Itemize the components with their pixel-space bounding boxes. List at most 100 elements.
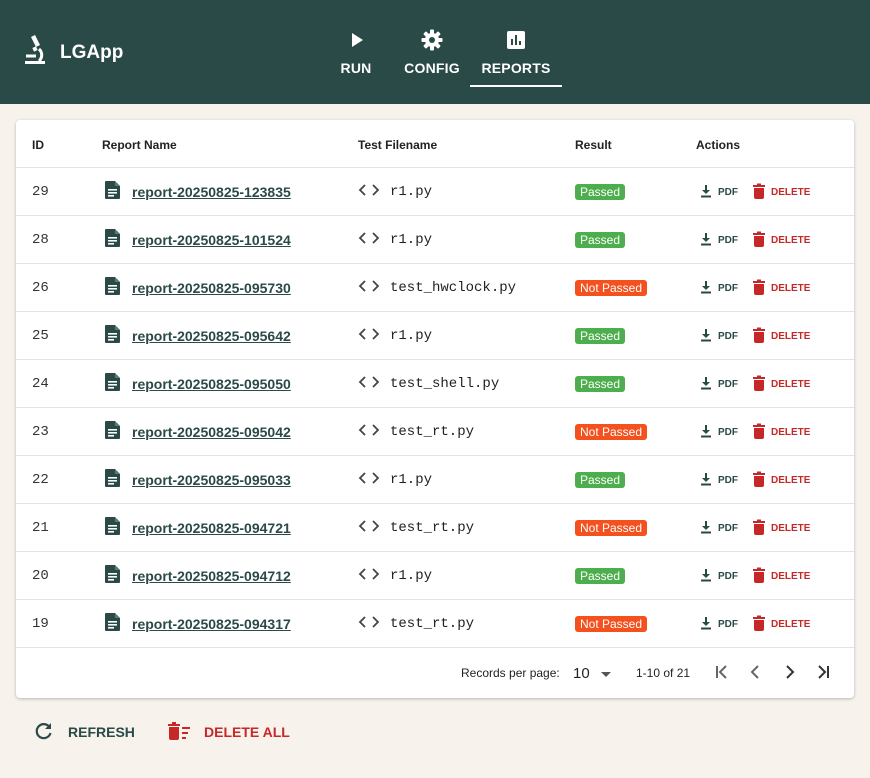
result-badge: Passed bbox=[575, 184, 626, 200]
download-icon bbox=[699, 472, 713, 489]
document-icon bbox=[104, 420, 122, 445]
brand[interactable]: LGApp bbox=[22, 34, 123, 71]
result-cell: Passed bbox=[575, 360, 626, 408]
delete-all-button[interactable]: DELETE ALL bbox=[168, 718, 290, 746]
pdf-button[interactable]: PDF bbox=[699, 616, 738, 633]
pdf-button[interactable]: PDF bbox=[699, 376, 738, 393]
report-link[interactable]: report-20250825-095050 bbox=[132, 376, 291, 392]
pdf-button[interactable]: PDF bbox=[699, 520, 738, 537]
delete-label: DELETE bbox=[771, 618, 811, 630]
delete-sweep-icon bbox=[168, 721, 190, 744]
pdf-button[interactable]: PDF bbox=[699, 568, 738, 585]
table-header: ID Report Name Test Filename Result Acti… bbox=[16, 120, 854, 168]
tab-run[interactable]: RUN bbox=[318, 0, 394, 104]
app-bar: LGApp RUN CONFIG REPORTS bbox=[0, 0, 870, 104]
delete-button[interactable]: DELETE bbox=[752, 375, 810, 394]
delete-button[interactable]: DELETE bbox=[752, 615, 810, 634]
delete-button[interactable]: DELETE bbox=[752, 231, 810, 250]
report-link[interactable]: report-20250825-095642 bbox=[132, 328, 291, 344]
test-filename: r1.py bbox=[390, 328, 433, 344]
document-icon bbox=[104, 228, 122, 253]
delete-button[interactable]: DELETE bbox=[752, 567, 810, 586]
download-icon bbox=[699, 376, 713, 393]
tab-reports[interactable]: REPORTS bbox=[470, 0, 562, 104]
report-id: 21 bbox=[32, 520, 49, 536]
pdf-button[interactable]: PDF bbox=[699, 280, 738, 297]
test-filename: test_hwclock.py bbox=[390, 280, 517, 296]
report-name-cell: report-20250825-094721 bbox=[104, 504, 291, 552]
table-row: 28 report-20250825-101524 r1.py Passed PDF DE… bbox=[16, 216, 854, 264]
trash-icon bbox=[752, 327, 766, 346]
report-link[interactable]: report-20250825-094317 bbox=[132, 616, 291, 632]
header-actions: Actions bbox=[696, 138, 741, 152]
document-icon bbox=[104, 372, 122, 397]
trash-icon bbox=[752, 375, 766, 394]
report-link[interactable]: report-20250825-123835 bbox=[132, 184, 291, 200]
records-per-page-value: 10 bbox=[573, 664, 590, 682]
header-id: ID bbox=[32, 138, 44, 152]
records-per-page-select[interactable]: 10 bbox=[573, 648, 612, 698]
pagination-bar: Records per page: 10 1-10 of 21 bbox=[16, 648, 854, 698]
header-test-filename: Test Filename bbox=[358, 138, 438, 152]
last-page-button[interactable] bbox=[811, 648, 835, 698]
result-cell: Not Passed bbox=[575, 504, 648, 552]
result-cell: Passed bbox=[575, 312, 626, 360]
trash-icon bbox=[752, 231, 766, 250]
report-link[interactable]: report-20250825-101524 bbox=[132, 232, 291, 248]
previous-page-button[interactable] bbox=[744, 648, 768, 698]
download-icon bbox=[699, 328, 713, 345]
delete-button[interactable]: DELETE bbox=[752, 471, 810, 490]
result-cell: Passed bbox=[575, 216, 626, 264]
test-filename-cell: r1.py bbox=[358, 216, 432, 264]
pdf-button[interactable]: PDF bbox=[699, 184, 738, 201]
delete-button[interactable]: DELETE bbox=[752, 327, 810, 346]
table-row: 23 report-20250825-095042 test_rt.py Not Pa… bbox=[16, 408, 854, 456]
report-name-cell: report-20250825-095642 bbox=[104, 312, 291, 360]
refresh-button[interactable]: REFRESH bbox=[34, 718, 135, 746]
code-icon bbox=[358, 183, 380, 202]
actions-cell: PDF DELETE bbox=[699, 168, 810, 216]
download-icon bbox=[699, 424, 713, 441]
test-filename-cell: r1.py bbox=[358, 168, 432, 216]
report-id: 20 bbox=[32, 568, 49, 584]
delete-button[interactable]: DELETE bbox=[752, 183, 810, 202]
pdf-label: PDF bbox=[718, 618, 738, 630]
report-id: 24 bbox=[32, 376, 49, 392]
pdf-button[interactable]: PDF bbox=[699, 232, 738, 249]
first-page-button[interactable] bbox=[710, 648, 734, 698]
pdf-button[interactable]: PDF bbox=[699, 424, 738, 441]
test-filename: test_rt.py bbox=[390, 424, 475, 440]
report-name-cell: report-20250825-095050 bbox=[104, 360, 291, 408]
result-badge: Passed bbox=[575, 472, 626, 488]
actions-cell: PDF DELETE bbox=[699, 216, 810, 264]
tab-config[interactable]: CONFIG bbox=[394, 0, 470, 104]
report-name-cell: report-20250825-094712 bbox=[104, 552, 291, 600]
trash-icon bbox=[752, 279, 766, 298]
table-row: 22 report-20250825-095033 r1.py Passed PDF DE… bbox=[16, 456, 854, 504]
delete-button[interactable]: DELETE bbox=[752, 279, 810, 298]
report-link[interactable]: report-20250825-095042 bbox=[132, 424, 291, 440]
test-filename: test_rt.py bbox=[390, 520, 475, 536]
code-icon bbox=[358, 231, 380, 250]
report-link[interactable]: report-20250825-094712 bbox=[132, 568, 291, 584]
pdf-label: PDF bbox=[718, 570, 738, 582]
delete-button[interactable]: DELETE bbox=[752, 423, 810, 442]
document-icon bbox=[104, 324, 122, 349]
pdf-button[interactable]: PDF bbox=[699, 472, 738, 489]
report-name-cell: report-20250825-095042 bbox=[104, 408, 291, 456]
trash-icon bbox=[752, 615, 766, 634]
delete-button[interactable]: DELETE bbox=[752, 519, 810, 538]
report-link[interactable]: report-20250825-095033 bbox=[132, 472, 291, 488]
report-link[interactable]: report-20250825-094721 bbox=[132, 520, 291, 536]
pdf-label: PDF bbox=[718, 234, 738, 246]
download-icon bbox=[699, 616, 713, 633]
pdf-button[interactable]: PDF bbox=[699, 328, 738, 345]
next-page-button[interactable] bbox=[777, 648, 801, 698]
table-row: 19 report-20250825-094317 test_rt.py Not Pa… bbox=[16, 600, 854, 648]
test-filename: test_shell.py bbox=[390, 376, 500, 392]
result-badge: Passed bbox=[575, 568, 626, 584]
delete-label: DELETE bbox=[771, 282, 811, 294]
delete-label: DELETE bbox=[771, 426, 811, 438]
first-page-icon bbox=[713, 663, 731, 684]
report-link[interactable]: report-20250825-095730 bbox=[132, 280, 291, 296]
